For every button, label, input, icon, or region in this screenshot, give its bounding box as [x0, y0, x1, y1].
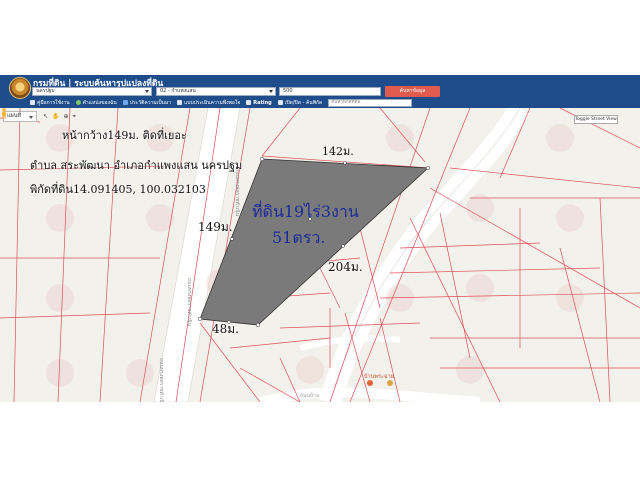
search-button[interactable]: ค้นหาข้อมูล [385, 86, 440, 97]
land-map-app: กรมที่ดิน | ระบบค้นหารูปแปลงที่ดิน นครปฐ… [0, 75, 640, 402]
toggle-street-view-button[interactable]: Toggle Street View [574, 115, 618, 124]
checkbox-icon[interactable] [277, 100, 283, 105]
place-label: บ้านพระฉาย [364, 374, 394, 380]
book-icon [30, 100, 35, 105]
chevron-down-icon [269, 90, 273, 93]
menu-item-history[interactable]: ประวัติความเป็นมา [122, 99, 171, 107]
location-icon [75, 100, 81, 105]
street-label-middle: ถนนทรงพลราชดำเนิน [186, 278, 193, 327]
department-seal-logo [9, 77, 31, 99]
chevron-down-icon [29, 116, 33, 119]
map-toolbar: ↖ ✋ ⊕ ⌖ [43, 113, 76, 121]
menu-item-my-location[interactable]: ตำแหน่งของฉัน [75, 99, 117, 107]
map-type-select[interactable]: แผนที่ [3, 111, 37, 122]
parcel-number-input[interactable]: 500 [279, 87, 381, 96]
edge-label-top: 142ม. [322, 145, 354, 158]
parcel-area-line2: 51ตรว. [272, 228, 326, 247]
pegman-icon[interactable] [0, 108, 8, 119]
parcel-area-line1: ที่ดิน19ไร่3งาน [252, 202, 359, 221]
edge-label-left: 149ม. [198, 220, 233, 234]
annotation-location: ตำบล สระพัฒนา อำเภอกำแพงแสน นครปฐม [30, 159, 243, 172]
map-canvas[interactable]: ถนนทรงพลราชดำเนิน ถนนทรงพลราชดำเนิน ถนนท… [0, 108, 640, 402]
menu-item-manual[interactable]: คู่มือการใช้งาน [30, 99, 70, 107]
map-svg: ถนนทรงพลราชดำเนิน ถนนทรงพลราชดำเนิน ถนนท… [0, 108, 640, 402]
pan-tool-icon[interactable]: ✋ [52, 113, 59, 121]
menu-item-rating[interactable]: Rating [246, 100, 272, 106]
menu-bar: คู่มือการใช้งาน ตำแหน่งของฉัน ประวัติควา… [30, 98, 413, 107]
history-icon [122, 100, 128, 105]
zoom-tool-icon[interactable]: ⊕ [64, 113, 69, 121]
amphoe-select[interactable]: 02 - กำแพงแสน [156, 87, 276, 96]
rating-icon [246, 100, 252, 105]
road-label: ถนนบ้าน [300, 393, 320, 399]
app-header: กรมที่ดิน | ระบบค้นหารูปแปลงที่ดิน นครปฐ… [0, 75, 640, 108]
annotation-frontage: หน้ากว้าง149ม. ติดที่เยอะ [62, 129, 187, 142]
edge-label-right: 204ม. [328, 260, 363, 274]
menu-item-survey[interactable]: แบบประเมินความพึงพอใจ [177, 99, 240, 107]
edge-label-bottom: 48ม. [212, 322, 239, 336]
province-select[interactable]: นครปฐม [32, 87, 152, 96]
menu-item-coord-toggle[interactable]: เปิด/ปิด - ค้นพิกัด [277, 99, 322, 107]
measure-tool-icon[interactable]: ⌖ [73, 113, 76, 121]
survey-icon [177, 100, 183, 105]
street-label-upper: ถนนทรงพลราชดำเนิน [234, 168, 241, 217]
coordinate-search-input[interactable]: ค้นหาพิกัดที่ดิน [328, 98, 413, 107]
chevron-down-icon [145, 90, 149, 93]
pointer-tool-icon[interactable]: ↖ [43, 113, 48, 121]
street-label-lower: ถนนทรงพลราชดำเนิน [158, 358, 165, 402]
annotation-coordinates: พิกัดที่ดิน14.091405, 100.032103 [30, 183, 206, 196]
